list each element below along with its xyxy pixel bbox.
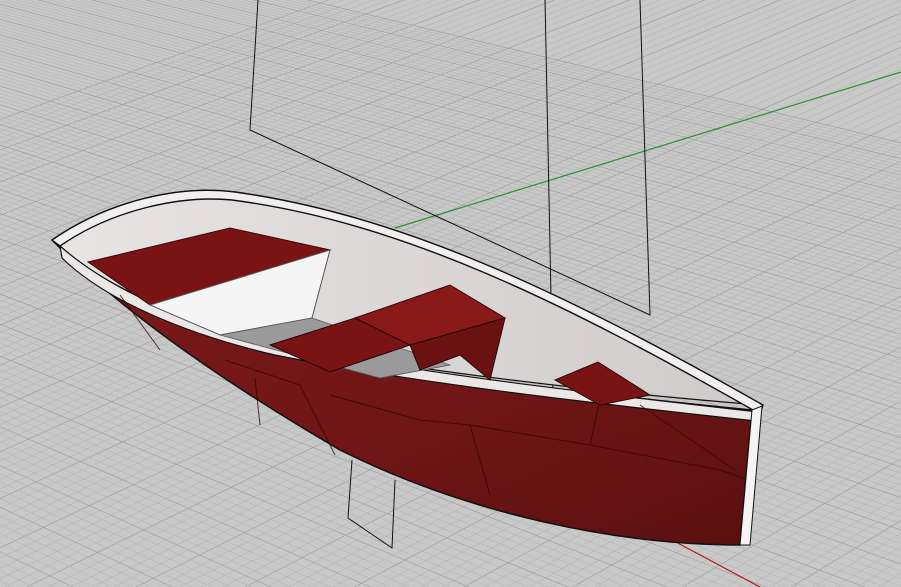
scene-canvas[interactable] (0, 0, 901, 587)
rhino-perspective-viewport[interactable] (0, 0, 901, 587)
